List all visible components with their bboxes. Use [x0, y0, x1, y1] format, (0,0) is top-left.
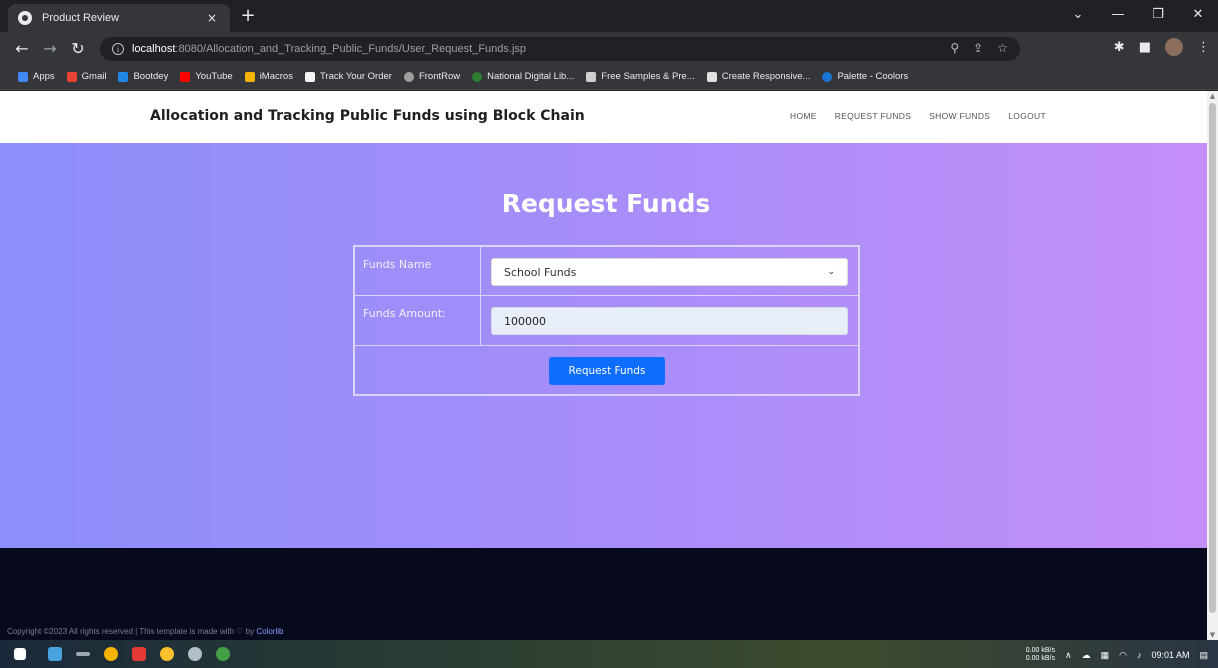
network-icon[interactable]: ▦: [1101, 650, 1110, 661]
funds-amount-row: Funds Amount: 100000: [355, 296, 858, 346]
app-icon[interactable]: [160, 647, 174, 661]
library-icon: [472, 71, 483, 82]
app-icon[interactable]: [132, 647, 146, 661]
settings-icon[interactable]: [188, 647, 202, 661]
funds-name-value: School Funds: [504, 265, 577, 279]
bookmark-item[interactable]: Free Samples & Pre...: [586, 71, 695, 82]
bookmark-item[interactable]: iMacros: [244, 71, 293, 82]
menu-icon[interactable]: ⋮: [1197, 40, 1210, 55]
network-speed: 0.00 kB/s 0.00 kB/s: [1025, 647, 1055, 662]
bookmark-item[interactable]: Track Your Order: [304, 71, 392, 82]
site-footer: Copyright ©2023 All rights reserved | Th…: [0, 548, 1207, 640]
globe-icon: [18, 11, 32, 25]
responsive-icon: [706, 71, 717, 82]
track-order-icon: [304, 71, 315, 82]
windows-taskbar: 0.00 kB/s 0.00 kB/s ∧ ☁ ▦ ◠ ♪ 09:01 AM ▤: [0, 640, 1218, 668]
chevron-down-icon[interactable]: ⌄: [1058, 0, 1098, 28]
nav-request-funds[interactable]: REQUEST FUNDS: [835, 111, 911, 121]
bookmark-item[interactable]: National Digital Lib...: [472, 71, 574, 82]
cloud-icon[interactable]: ☁: [1082, 650, 1091, 661]
site-nav: HOME REQUEST FUNDS SHOW FUNDS LOGOUT: [790, 111, 1046, 121]
clock[interactable]: 09:01 AM: [1151, 650, 1189, 660]
scrollbar-thumb[interactable]: [1209, 103, 1216, 613]
funds-name-row: Funds Name School Funds ⌄: [355, 247, 858, 296]
minimize-button[interactable]: —: [1098, 0, 1138, 28]
chrome-active-icon[interactable]: [216, 647, 230, 661]
funds-name-select[interactable]: School Funds ⌄: [491, 258, 848, 286]
chevron-up-icon[interactable]: ∧: [1065, 650, 1072, 661]
coolors-icon: [822, 71, 833, 82]
bookmark-item[interactable]: Palette - Coolors: [822, 71, 908, 82]
maximize-button[interactable]: ❐: [1138, 0, 1178, 28]
request-funds-form: Funds Name School Funds ⌄ Funds Amount: …: [353, 245, 860, 396]
funds-name-label: Funds Name: [355, 247, 481, 295]
forward-icon[interactable]: →: [36, 39, 64, 58]
system-tray: 0.00 kB/s 0.00 kB/s ∧ ☁ ▦ ◠ ♪ 09:01 AM ▤: [1026, 647, 1208, 663]
nav-show-funds[interactable]: SHOW FUNDS: [929, 111, 990, 121]
tab-title: Product Review: [42, 12, 120, 24]
copyright-text: Copyright ©2023 All rights reserved | Th…: [7, 627, 284, 636]
bookmark-item[interactable]: YouTube: [180, 71, 233, 82]
site-header: Allocation and Tracking Public Funds usi…: [0, 91, 1207, 143]
sidebar-icon[interactable]: ■: [1139, 40, 1151, 55]
share-icon[interactable]: ⇪: [973, 41, 983, 55]
tab-close-icon[interactable]: ×: [204, 11, 220, 25]
nav-home[interactable]: HOME: [790, 111, 817, 121]
chevron-down-icon: ⌄: [827, 267, 835, 277]
url-text[interactable]: localhost:8080/Allocation_and_Tracking_P…: [132, 43, 526, 55]
page-scrollbar[interactable]: ▲ ▼: [1207, 91, 1218, 640]
frontrow-icon: [403, 71, 414, 82]
task-view-icon[interactable]: [76, 652, 90, 656]
page-viewport: Allocation and Tracking Public Funds usi…: [0, 91, 1207, 640]
apps-icon: [18, 71, 28, 82]
wifi-icon[interactable]: ◠: [1119, 650, 1127, 661]
samples-icon: [586, 71, 597, 82]
page-title: Request Funds: [501, 189, 711, 218]
request-funds-section: Request Funds Funds Name School Funds ⌄ …: [0, 143, 1207, 548]
colorlib-link[interactable]: Colorlib: [256, 627, 283, 636]
youtube-icon: [180, 71, 191, 82]
address-bar[interactable]: i localhost:8080/Allocation_and_Tracking…: [100, 37, 1020, 61]
bookmark-item[interactable]: Gmail: [66, 71, 106, 82]
bootdey-icon: [118, 71, 129, 82]
profile-avatar[interactable]: [1165, 38, 1183, 56]
close-button[interactable]: ✕: [1178, 0, 1218, 28]
nav-logout[interactable]: LOGOUT: [1008, 111, 1046, 121]
bookmark-item[interactable]: FrontRow: [403, 71, 460, 82]
funds-amount-input[interactable]: 100000: [491, 307, 848, 335]
back-icon[interactable]: ←: [8, 39, 36, 58]
bookmarks-bar: Apps Gmail Bootdey YouTube iMacros Track…: [0, 64, 1218, 90]
scroll-up-icon[interactable]: ▲: [1207, 92, 1218, 100]
funds-amount-label: Funds Amount:: [355, 296, 481, 345]
volume-icon[interactable]: ♪: [1137, 650, 1142, 660]
extension-icons: ✱ ■ ⋮: [1114, 38, 1210, 56]
zoom-icon[interactable]: ⚲: [950, 41, 959, 55]
notification-icon[interactable]: ▤: [1199, 650, 1208, 661]
scroll-down-icon[interactable]: ▼: [1207, 631, 1218, 639]
bookmark-item[interactable]: Create Responsive...: [706, 71, 810, 82]
puzzle-icon[interactable]: ✱: [1114, 40, 1125, 55]
folder-icon: [244, 71, 255, 82]
bookmark-item[interactable]: Apps: [18, 71, 55, 82]
browser-tab[interactable]: Product Review ×: [8, 4, 230, 32]
gmail-icon: [66, 71, 77, 82]
file-explorer-icon[interactable]: [48, 647, 62, 661]
browser-tab-bar: Product Review × + ⌄ — ❐ ✕: [0, 0, 1218, 32]
reload-icon[interactable]: ↻: [64, 39, 92, 58]
browser-toolbar: ← → ↻ i localhost:8080/Allocation_and_Tr…: [0, 32, 1218, 64]
new-tab-button[interactable]: +: [236, 5, 260, 26]
bookmark-item[interactable]: Bootdey: [118, 71, 168, 82]
omnibox-actions: ⚲ ⇪ ☆: [950, 41, 1008, 55]
windows-start-icon[interactable]: [14, 648, 26, 660]
info-icon[interactable]: i: [112, 43, 124, 55]
chrome-icon[interactable]: [104, 647, 118, 661]
star-icon[interactable]: ☆: [997, 41, 1008, 55]
window-controls: ⌄ — ❐ ✕: [1058, 0, 1218, 28]
site-brand[interactable]: Allocation and Tracking Public Funds usi…: [150, 108, 585, 124]
request-funds-button[interactable]: Request Funds: [549, 357, 665, 385]
